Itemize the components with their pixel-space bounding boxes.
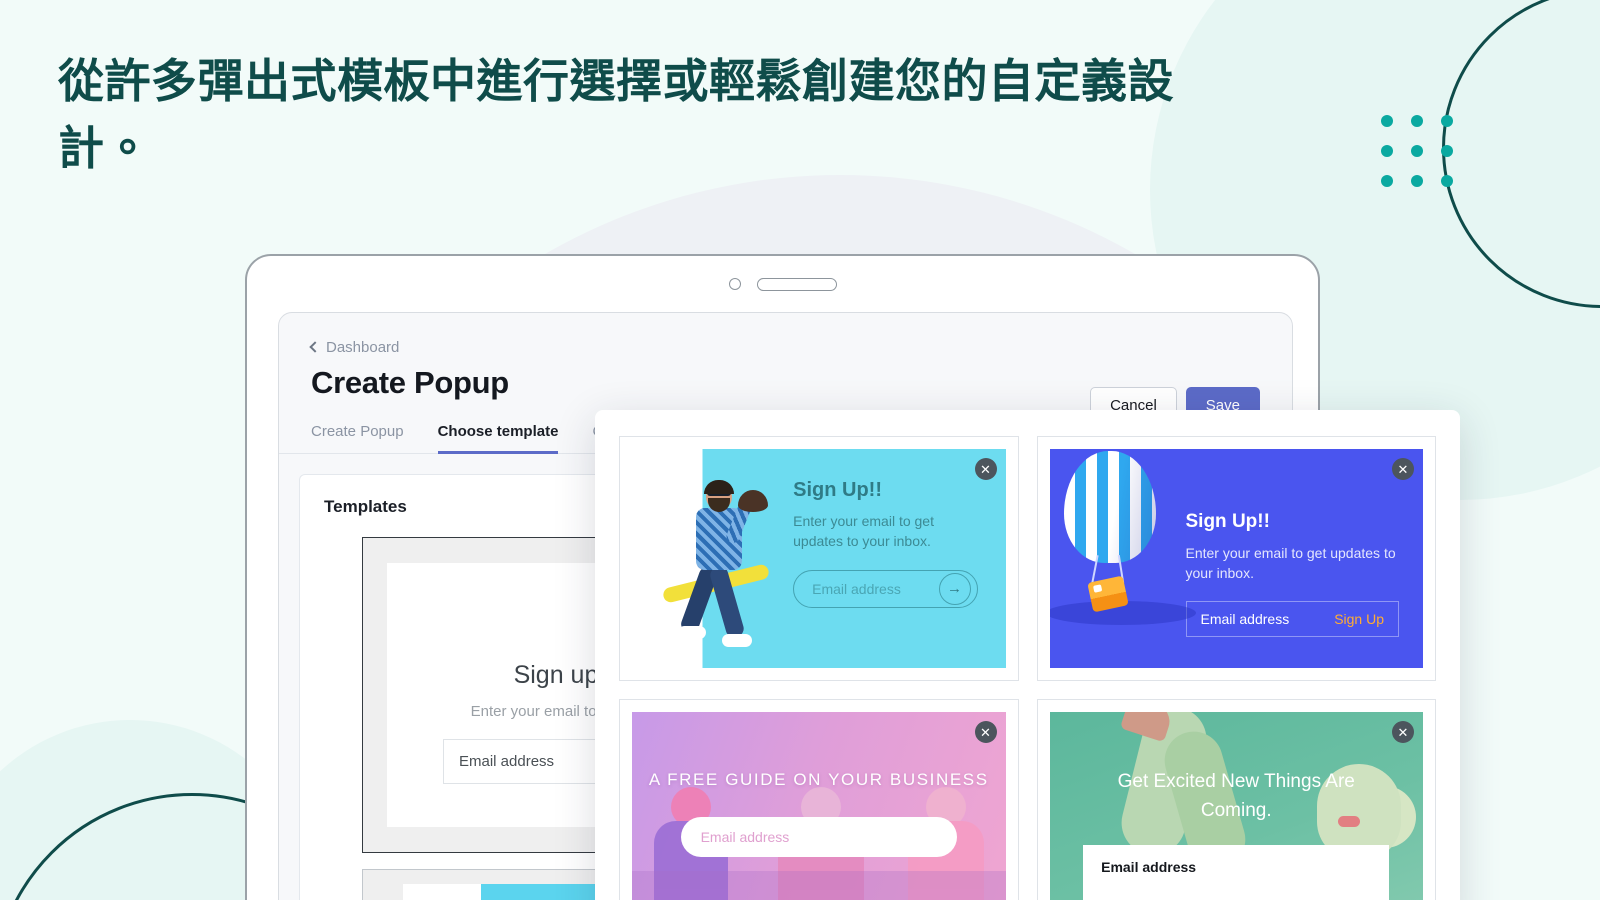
breadcrumb[interactable]: Dashboard xyxy=(309,339,1260,356)
popup-blue-email-row[interactable]: Email address Sign Up xyxy=(1185,600,1399,637)
close-icon[interactable]: ✕ xyxy=(1392,721,1414,743)
popup-blue-heading: Sign Up!! xyxy=(1185,511,1270,532)
popup-cyan-email-input[interactable]: Email address xyxy=(812,581,901,597)
popup-preview-cyan: ✕ Sign Up!! Enter your email to get upda… xyxy=(632,449,1006,668)
popup-preview-green: ✕ Get Excited New Things Are Coming. Ema… xyxy=(1049,712,1423,900)
app-header: Dashboard Create Popup Cancel Save xyxy=(279,313,1292,424)
close-icon[interactable]: ✕ xyxy=(974,721,997,743)
grid-dot xyxy=(1381,145,1393,157)
grid-dot xyxy=(1441,175,1453,187)
chevron-left-icon xyxy=(309,341,321,353)
close-icon[interactable]: ✕ xyxy=(1392,458,1414,480)
close-icon[interactable]: ✕ xyxy=(974,458,997,480)
grid-dot xyxy=(1411,145,1423,157)
grid-dot xyxy=(1411,115,1423,127)
camera-icon xyxy=(728,278,741,290)
popup-blue-email-input[interactable]: Email address xyxy=(1201,611,1290,627)
tablet-bezel xyxy=(247,256,1318,312)
popup-blue-signup-link[interactable]: Sign Up xyxy=(1334,611,1384,627)
grid-dot xyxy=(1381,115,1393,127)
grid-dot xyxy=(1381,175,1393,187)
template-card-white-area xyxy=(403,884,481,900)
page-headline: 從許多彈出式模板中進行選擇或輕鬆創建您的自定義設計。 xyxy=(58,55,1174,174)
popup-cyan-heading: Sign Up!! xyxy=(793,479,882,501)
popup-blue-body: Enter your email to get updates to your … xyxy=(1185,545,1396,582)
tab-choose-template[interactable]: Choose template xyxy=(437,423,559,454)
breadcrumb-label: Dashboard xyxy=(326,339,400,356)
popup-cyan-body: Enter your email to get updates to your … xyxy=(793,513,934,549)
popup-template-card-cyan[interactable]: ✕ Sign Up!! Enter your email to get upda… xyxy=(619,436,1019,681)
popup-pink-heading: A FREE GUIDE ON YOUR BUSINESS xyxy=(648,770,989,789)
popup-cyan-email-row[interactable]: Email address → xyxy=(793,569,978,608)
arrow-right-icon[interactable]: → xyxy=(938,572,971,605)
popup-preview-pink: ✕ A FREE GUIDE ON YOUR BUSINESS Email ad… xyxy=(632,712,1006,900)
popup-green-heading: Get Excited New Things Are Coming. xyxy=(1117,771,1355,821)
tab-create-popup[interactable]: Create Popup xyxy=(311,423,404,454)
popup-template-card-pink[interactable]: ✕ A FREE GUIDE ON YOUR BUSINESS Email ad… xyxy=(619,699,1019,900)
dot-grid-icon xyxy=(1381,115,1453,187)
grid-dot xyxy=(1441,115,1453,127)
popup-green-email-input[interactable]: Email address xyxy=(1083,845,1390,900)
popup-pink-email-input[interactable]: Email address xyxy=(680,817,957,858)
popup-cyan-content: Sign Up!! Enter your email to get update… xyxy=(785,449,1005,668)
popup-preview-blue: ✕ Sign Up!! Enter your email to get upda… xyxy=(1049,449,1423,668)
hot-air-balloon-illustration xyxy=(1049,451,1196,625)
speaker-grill-icon xyxy=(756,277,837,291)
skater-photo xyxy=(632,449,786,668)
table-illustration xyxy=(632,871,1006,900)
popup-template-card-green[interactable]: ✕ Get Excited New Things Are Coming. Ema… xyxy=(1036,699,1436,900)
grid-dot xyxy=(1411,175,1423,187)
grid-dot xyxy=(1441,145,1453,157)
popup-template-card-blue[interactable]: ✕ Sign Up!! Enter your email to get upda… xyxy=(1036,436,1436,681)
skateboarder-illustration xyxy=(660,476,780,666)
template-chooser-overlay: ✕ Sign Up!! Enter your email to get upda… xyxy=(595,410,1460,900)
